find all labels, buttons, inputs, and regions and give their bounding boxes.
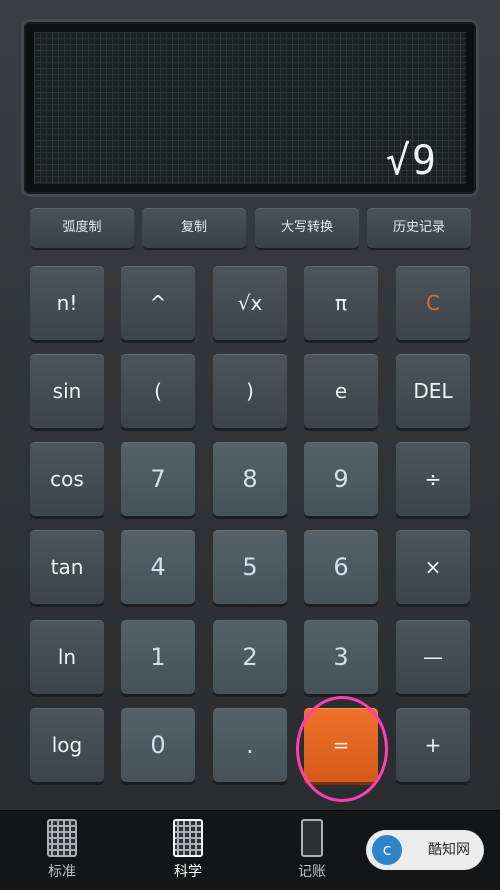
digit-0-key[interactable]: 0 bbox=[121, 708, 195, 782]
digit-7-key[interactable]: 7 bbox=[121, 442, 195, 516]
subtract-key[interactable]: — bbox=[396, 620, 470, 694]
display-panel: √9 bbox=[24, 22, 476, 194]
euler-key[interactable]: e bbox=[304, 354, 378, 428]
radian-mode-button[interactable]: 弧度制 bbox=[30, 208, 134, 248]
right-paren-key[interactable]: ) bbox=[213, 354, 287, 428]
watermark-text: 酷知网 bbox=[428, 842, 470, 858]
multiply-key[interactable]: × bbox=[396, 530, 470, 604]
digit-4-key[interactable]: 4 bbox=[121, 530, 195, 604]
tab-ledger-label: 记账 bbox=[298, 864, 326, 880]
log-key[interactable]: log bbox=[30, 708, 104, 782]
watermark-badge: c 酷知网 bbox=[366, 830, 484, 870]
calculator-icon bbox=[47, 819, 77, 857]
sin-key[interactable]: sin bbox=[30, 354, 104, 428]
calculator-icon bbox=[173, 819, 203, 857]
cos-key[interactable]: cos bbox=[30, 442, 104, 516]
power-key[interactable]: ^ bbox=[121, 266, 195, 340]
digit-2-key[interactable]: 2 bbox=[213, 620, 287, 694]
history-button[interactable]: 历史记录 bbox=[367, 208, 471, 248]
pi-key[interactable]: π bbox=[304, 266, 378, 340]
digit-5-key[interactable]: 5 bbox=[213, 530, 287, 604]
delete-key[interactable]: DEL bbox=[396, 354, 470, 428]
display-expression: √9 bbox=[385, 138, 438, 184]
tan-key[interactable]: tan bbox=[30, 530, 104, 604]
ledger-icon bbox=[301, 819, 323, 857]
digit-6-key[interactable]: 6 bbox=[304, 530, 378, 604]
ln-key[interactable]: ln bbox=[30, 620, 104, 694]
decimal-point-key[interactable]: . bbox=[213, 708, 287, 782]
clear-key[interactable]: C bbox=[396, 266, 470, 340]
digit-3-key[interactable]: 3 bbox=[304, 620, 378, 694]
digit-1-key[interactable]: 1 bbox=[121, 620, 195, 694]
add-key[interactable]: + bbox=[396, 708, 470, 782]
tab-scientific[interactable]: 科学 bbox=[148, 817, 228, 887]
watermark-logo-icon: c bbox=[372, 835, 402, 865]
left-paren-key[interactable]: ( bbox=[121, 354, 195, 428]
tab-scientific-label: 科学 bbox=[174, 864, 202, 880]
divide-key[interactable]: ÷ bbox=[396, 442, 470, 516]
equals-key[interactable]: = bbox=[304, 708, 378, 782]
sqrt-key[interactable]: √x bbox=[213, 266, 287, 340]
tab-standard[interactable]: 标准 bbox=[22, 817, 102, 887]
uppercase-convert-button[interactable]: 大写转换 bbox=[255, 208, 359, 248]
copy-button[interactable]: 复制 bbox=[142, 208, 246, 248]
digit-8-key[interactable]: 8 bbox=[213, 442, 287, 516]
tab-standard-label: 标准 bbox=[48, 864, 76, 880]
tab-ledger[interactable]: 记账 bbox=[272, 817, 352, 887]
digit-9-key[interactable]: 9 bbox=[304, 442, 378, 516]
factorial-key[interactable]: n! bbox=[30, 266, 104, 340]
